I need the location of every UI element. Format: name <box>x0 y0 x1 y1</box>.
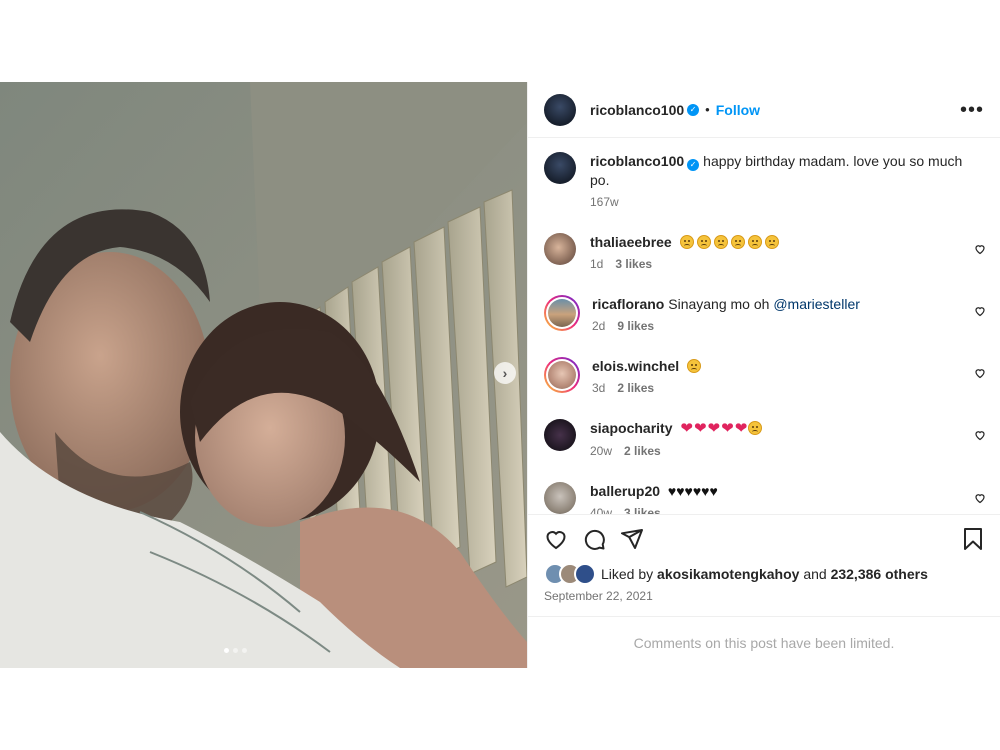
action-bar <box>544 525 984 553</box>
commenter-avatar[interactable] <box>544 482 576 514</box>
red-hearts-emoji-icons: ❤❤❤❤❤ <box>680 420 765 437</box>
heart-icon[interactable] <box>974 492 986 504</box>
post-actions: Liked by akosikamotengkahoy and 232,386 … <box>528 514 1000 603</box>
commenter-avatar[interactable] <box>544 419 576 451</box>
separator-dot: • <box>705 102 710 117</box>
comment-meta: 40w 3 likes <box>590 506 984 514</box>
caption-username[interactable]: ricoblanco100 <box>590 153 684 169</box>
comments-list[interactable]: ricoblanco100 ✓ happy birthday madam. love… <box>528 138 1000 514</box>
comment-time: 40w <box>590 506 613 514</box>
comment-meta: 2d 9 likes <box>592 319 984 333</box>
comment-likes[interactable]: 2 likes <box>624 444 661 458</box>
comment-text: ricaflorano Sinayang mo oh @mariesteller <box>592 295 984 313</box>
comment-username[interactable]: thaliaeebree <box>590 234 672 250</box>
comment-username[interactable]: ricaflorano <box>592 296 664 312</box>
caption-meta: 167w <box>590 195 984 209</box>
author-username[interactable]: ricoblanco100 <box>590 102 684 118</box>
comment-meta: 3d 2 likes <box>592 381 984 395</box>
bookmark-icon[interactable] <box>962 527 984 551</box>
comment-item: siapocharity ❤❤❤❤❤ 20w 2 likes <box>528 419 1000 458</box>
selfie-photo-image <box>0 82 527 668</box>
paper-plane-icon[interactable] <box>620 527 644 551</box>
comment-content: Sinayang mo oh <box>668 296 770 312</box>
post-date[interactable]: September 22, 2021 <box>544 589 984 603</box>
heart-icon[interactable] <box>974 305 986 317</box>
mention-link[interactable]: @mariesteller <box>773 296 860 312</box>
comment-text: thaliaeebree <box>590 233 984 251</box>
liker-avatar <box>574 563 596 585</box>
follow-button[interactable]: Follow <box>716 102 760 118</box>
likes-text: Liked by akosikamotengkahoy and 232,386 … <box>601 566 928 582</box>
comment-body: siapocharity ❤❤❤❤❤ 20w 2 likes <box>590 419 984 458</box>
likes-summary: Liked by akosikamotengkahoy and 232,386 … <box>544 563 984 585</box>
comment-likes[interactable]: 9 likes <box>617 319 654 333</box>
comment-bubble-icon[interactable] <box>582 527 606 551</box>
comment-time: 2d <box>592 319 606 333</box>
caption-time: 167w <box>590 195 619 209</box>
heart-icon[interactable] <box>974 243 986 255</box>
heart-icon[interactable] <box>974 367 986 379</box>
black-hearts-emoji-icons: ♥♥♥♥♥♥ <box>667 483 718 499</box>
sad-emoji-icon <box>687 358 704 374</box>
commenter-avatar[interactable] <box>548 299 576 327</box>
verified-badge-icon: ✓ <box>687 103 700 116</box>
comment-username[interactable]: ballerup20 <box>590 483 660 499</box>
caption-text: ricoblanco100 ✓ happy birthday madam. love… <box>590 152 984 189</box>
comment-item: elois.winchel 3d 2 likes <box>528 357 1000 395</box>
comment-item: thaliaeebree 1d 3 likes <box>528 233 1000 271</box>
comment-likes[interactable]: 3 likes <box>624 506 661 514</box>
carousel-dots <box>224 648 247 653</box>
comment-username[interactable]: siapocharity <box>590 420 672 436</box>
liked-by-prefix: Liked by <box>601 566 654 582</box>
liker-username[interactable]: akosikamotengkahoy <box>657 566 799 582</box>
commenter-avatar[interactable] <box>548 361 576 389</box>
comment-meta: 1d 3 likes <box>590 257 984 271</box>
comment-item: ricaflorano Sinayang mo oh @mariesteller… <box>528 295 1000 333</box>
carousel-dot <box>242 648 247 653</box>
comment-time: 1d <box>590 257 604 271</box>
commenter-avatar[interactable] <box>544 233 576 265</box>
comment-body: thaliaeebree 1d 3 likes <box>590 233 984 271</box>
carousel-dot <box>224 648 229 653</box>
more-options-icon[interactable]: ••• <box>960 100 984 120</box>
comments-limited-notice: Comments on this post have been limited. <box>528 616 1000 669</box>
author-avatar[interactable] <box>544 93 576 126</box>
comment-username[interactable]: elois.winchel <box>592 358 679 374</box>
comment-time: 20w <box>590 444 613 458</box>
heart-icon[interactable] <box>974 429 986 441</box>
sad-emoji-icons <box>679 234 782 250</box>
comment-text: siapocharity ❤❤❤❤❤ <box>590 419 984 438</box>
comment-meta: 20w 2 likes <box>590 444 984 458</box>
comment-body: ricaflorano Sinayang mo oh @mariesteller… <box>592 295 984 333</box>
comment-text: ballerup20 ♥♥♥♥♥♥ <box>590 482 984 500</box>
comment-time: 3d <box>592 381 606 395</box>
heart-icon[interactable] <box>544 527 568 551</box>
comment-likes[interactable]: 3 likes <box>615 257 652 271</box>
comment-body: ballerup20 ♥♥♥♥♥♥ 40w 3 likes <box>590 482 984 514</box>
comment-likes[interactable]: 2 likes <box>617 381 654 395</box>
post-photo[interactable]: › <box>0 82 527 668</box>
instagram-post: › ricoblanco100 ✓ • Follow ••• ricoblanc… <box>0 82 1000 668</box>
likes-count[interactable]: 232,386 others <box>831 566 928 582</box>
verified-badge-icon: ✓ <box>687 159 700 171</box>
next-photo-button[interactable]: › <box>494 362 516 384</box>
post-side-panel: ricoblanco100 ✓ • Follow ••• ricoblanco1… <box>527 82 1000 668</box>
caption-row: ricoblanco100 ✓ happy birthday madam. love… <box>528 152 1000 209</box>
comment-text: elois.winchel <box>592 357 984 375</box>
author-avatar[interactable] <box>544 152 576 184</box>
caption-body: ricoblanco100 ✓ happy birthday madam. love… <box>590 152 984 209</box>
story-ring[interactable] <box>544 295 580 331</box>
comment-item: ballerup20 ♥♥♥♥♥♥ 40w 3 likes <box>528 482 1000 514</box>
chevron-right-icon: › <box>502 365 508 381</box>
post-header: ricoblanco100 ✓ • Follow ••• <box>528 82 1000 138</box>
story-ring[interactable] <box>544 357 580 393</box>
carousel-dot <box>233 648 238 653</box>
likes-and: and <box>803 566 827 582</box>
comment-body: elois.winchel 3d 2 likes <box>592 357 984 395</box>
